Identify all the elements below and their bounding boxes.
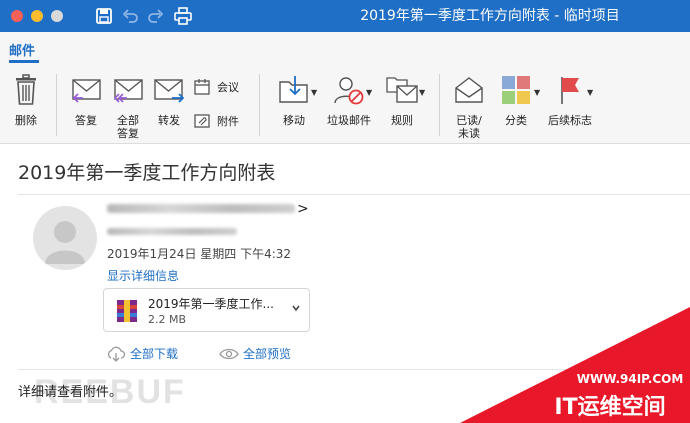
watermark-site-text: WWW.94IP.COM	[577, 372, 684, 386]
reply-all-label-line1: 全部	[117, 114, 139, 127]
follow-up-button[interactable]: 后续标志	[544, 74, 596, 127]
rules-label: 规则	[391, 114, 413, 127]
attach-label: 附件	[217, 115, 239, 128]
print-icon[interactable]	[173, 6, 193, 26]
cloud-download-icon	[107, 346, 126, 362]
message-subject: 2019年第一季度工作方向附表	[18, 162, 276, 184]
chevron-down-icon[interactable]: ▼	[366, 88, 372, 97]
ribbon: 删除 答复 全部 答复 转发 会议 附件 移动 ▼ 垃圾邮件 ▼ 规则 ▼ 已读…	[0, 64, 690, 144]
eye-icon	[219, 348, 239, 359]
ribbon-separator	[439, 74, 440, 136]
open-envelope-icon	[455, 77, 483, 103]
download-all-label: 全部下载	[130, 347, 179, 361]
read-unread-button[interactable]: 已读/ 未读	[449, 74, 489, 140]
rules-button[interactable]: 规则	[380, 74, 424, 127]
minimize-window-button[interactable]	[31, 10, 43, 22]
attach-button[interactable]: 附件	[193, 112, 239, 130]
person-placeholder-icon	[45, 221, 85, 264]
categorize-button[interactable]: 分类	[496, 74, 536, 127]
avatar	[33, 206, 97, 270]
calendar-icon	[194, 79, 210, 95]
window-title: 2019年第一季度工作方向附表 - 临时项目	[360, 8, 620, 24]
forward-label: 转发	[158, 114, 180, 127]
trash-icon	[16, 74, 36, 105]
save-icon[interactable]	[94, 6, 114, 26]
move-folder-icon	[279, 76, 308, 103]
ribbon-separator	[259, 74, 260, 136]
undo-icon[interactable]	[120, 6, 140, 26]
reply-envelope-icon	[72, 79, 101, 103]
attachment-name: 2019年第一季度工作...	[148, 297, 274, 311]
chevron-down-icon[interactable]: ▼	[419, 88, 425, 97]
recipient-redacted	[107, 228, 237, 235]
chevron-down-icon[interactable]: ▼	[311, 88, 317, 97]
ribbon-tab-bar: 邮件	[0, 32, 690, 64]
junk-button[interactable]: 垃圾邮件	[324, 74, 374, 127]
forward-envelope-icon	[154, 79, 185, 103]
rules-icon	[386, 77, 418, 103]
preview-all-label: 全部预览	[243, 347, 292, 361]
move-label: 移动	[283, 114, 305, 127]
ribbon-separator	[56, 74, 57, 136]
attachment-card[interactable]: 2019年第一季度工作... 2.2 MB	[103, 288, 310, 332]
redo-icon[interactable]	[146, 6, 166, 26]
divider	[18, 194, 690, 195]
title-bar: 2019年第一季度工作方向附表 - 临时项目	[0, 0, 690, 32]
reply-all-envelope-icon	[113, 79, 143, 103]
chevron-down-icon[interactable]: ▼	[534, 88, 540, 97]
close-window-button[interactable]	[11, 10, 23, 22]
meeting-button[interactable]: 会议	[193, 78, 239, 96]
watermark-brand-text: IT运维空间	[554, 394, 665, 420]
sender-address-suffix: >	[297, 201, 309, 217]
site-watermark: WWW.94IP.COM IT运维空间	[460, 307, 690, 423]
download-all-button[interactable]: 全部下载	[106, 345, 178, 362]
meeting-label: 会议	[217, 81, 239, 94]
reply-label: 答复	[75, 114, 97, 127]
reply-all-button[interactable]: 全部 答复	[108, 74, 148, 140]
preview-all-button[interactable]: 全部预览	[219, 345, 291, 362]
message-body: 详细请查看附件。	[18, 385, 123, 400]
junk-label: 垃圾邮件	[327, 114, 371, 127]
categorize-label: 分类	[505, 114, 527, 127]
chevron-down-icon[interactable]	[291, 303, 301, 313]
flag-icon	[561, 77, 579, 104]
maximize-window-button[interactable]	[51, 10, 63, 22]
follow-up-label: 后续标志	[548, 114, 592, 127]
forward-button[interactable]: 转发	[150, 74, 188, 127]
paperclip-card-icon	[194, 114, 210, 128]
read-unread-label-line2: 未读	[458, 127, 480, 140]
junk-person-icon	[334, 77, 364, 105]
reply-all-label-line2: 答复	[117, 127, 139, 140]
attachment-size: 2.2 MB	[148, 313, 187, 326]
tab-mail[interactable]: 邮件	[9, 40, 35, 59]
active-tab-indicator	[9, 60, 39, 63]
read-unread-label: 已读/ 未读	[449, 114, 489, 140]
category-grid-icon	[502, 76, 530, 104]
delete-button[interactable]: 删除	[6, 74, 46, 127]
archive-file-icon	[117, 300, 137, 322]
show-details-link[interactable]: 显示详细信息	[107, 267, 179, 284]
read-unread-label-line1: 已读/	[456, 114, 482, 127]
reply-all-label: 全部 答复	[108, 114, 148, 140]
reply-button[interactable]: 答复	[68, 74, 104, 127]
sender-address-redacted	[107, 204, 295, 213]
delete-label: 删除	[15, 114, 37, 127]
chevron-down-icon[interactable]: ▼	[587, 88, 593, 97]
move-button[interactable]: 移动	[274, 74, 314, 127]
message-date: 2019年1月24日 星期四 下午4:32	[107, 247, 292, 261]
